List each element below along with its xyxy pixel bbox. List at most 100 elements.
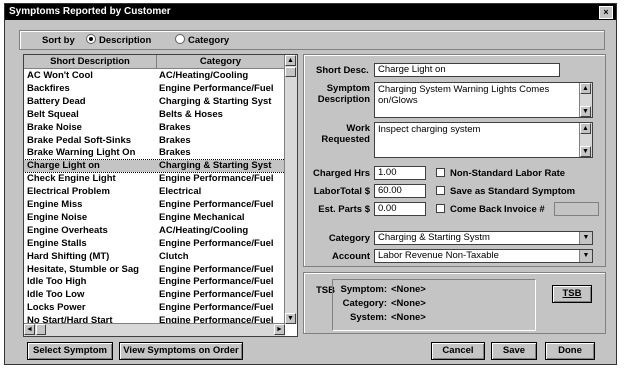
list-item[interactable]: Engine Stalls Engine Performance/Fuel xyxy=(24,238,285,250)
sort-by-label: Sort by xyxy=(42,35,75,46)
done-button[interactable]: Done xyxy=(545,342,595,360)
save-as-standard-checkbox[interactable] xyxy=(436,186,445,195)
tsb-group: TSB Symptom: <None> Category: <None> Sys… xyxy=(303,272,606,334)
list-item[interactable]: Idle Too Low Engine Performance/Fuel xyxy=(24,289,285,301)
sort-description-radio[interactable] xyxy=(86,34,96,45)
come-back-label[interactable]: Come Back xyxy=(450,204,502,215)
list-item-description: Engine Noise xyxy=(27,211,88,223)
scroll-down-icon[interactable]: ▼ xyxy=(285,313,296,324)
category-dropdown[interactable]: Charging & Starting Systm ▼ xyxy=(374,231,593,245)
work-req-scrollbar[interactable]: ▲ ▼ xyxy=(579,123,592,157)
work-requested-field[interactable]: Inspect charging system ▲ ▼ xyxy=(374,122,593,158)
scroll-left-icon[interactable]: ◄ xyxy=(24,324,35,335)
list-item[interactable]: Belt Squeal Belts & Hoses xyxy=(24,109,285,121)
scroll-up-icon[interactable]: ▲ xyxy=(580,83,591,94)
account-dropdown[interactable]: Labor Revenue Non-Taxable ▼ xyxy=(374,249,593,263)
symptom-list[interactable]: Short Description Category AC Won't Cool… xyxy=(23,54,298,337)
list-item-category: Engine Performance/Fuel xyxy=(159,263,274,275)
list-item-description: Charge Light on xyxy=(27,160,100,172)
charged-hrs-field[interactable]: 1.00 xyxy=(374,166,426,180)
sort-description-label[interactable]: Description xyxy=(99,35,151,46)
sort-category-radio[interactable] xyxy=(175,34,185,45)
list-item-description: Brake Warning Light On xyxy=(27,147,136,159)
account-value: Labor Revenue Non-Taxable xyxy=(378,250,499,261)
requested-label: Requested xyxy=(321,134,370,145)
scroll-thumb[interactable] xyxy=(285,67,296,77)
list-item-category: Engine Performance/Fuel xyxy=(159,173,274,185)
est-parts-field[interactable]: 0.00 xyxy=(374,202,426,216)
tsb-info-panel: Symptom: <None> Category: <None> System:… xyxy=(332,279,536,331)
come-back-checkbox[interactable] xyxy=(436,204,445,213)
sort-category-label[interactable]: Category xyxy=(188,35,229,46)
list-item[interactable]: Backfires Engine Performance/Fuel xyxy=(24,83,285,95)
list-item[interactable]: Charge Light on Charging & Starting Syst xyxy=(24,159,286,174)
tsb-button[interactable]: TSB xyxy=(552,285,592,303)
category-value: Charging & Starting Systm xyxy=(378,232,490,243)
list-item-description: Hard Shifting (MT) xyxy=(27,250,110,262)
list-item-category: Brakes xyxy=(159,121,191,133)
scroll-up-icon[interactable]: ▲ xyxy=(580,123,591,134)
view-symptoms-on-order-button[interactable]: View Symptoms on Order xyxy=(119,342,243,360)
list-item-category: Engine Performance/Fuel xyxy=(159,289,274,301)
list-item-category: Belts & Hoses xyxy=(159,108,223,120)
symptom-details-group: Short Desc. Charge Light on Symptom Desc… xyxy=(303,54,606,267)
category-label: Category xyxy=(328,233,370,244)
list-horizontal-scrollbar[interactable]: ◄ ► xyxy=(24,323,285,336)
list-item[interactable]: Idle Too High Engine Performance/Fuel xyxy=(24,276,285,288)
column-header-short-description[interactable]: Short Description xyxy=(24,55,157,69)
save-button[interactable]: Save xyxy=(491,342,537,360)
list-item[interactable]: Check Engine Light Engine Performance/Fue… xyxy=(24,173,285,185)
symptom-description-text: Charging System Warning Lights Comes on/… xyxy=(378,84,550,106)
save-as-standard-label[interactable]: Save as Standard Symptom xyxy=(450,186,575,197)
short-desc-field[interactable]: Charge Light on xyxy=(374,63,560,77)
symptom-desc-scrollbar[interactable]: ▲ ▼ xyxy=(579,83,592,117)
tsb-system-label: System: xyxy=(350,312,387,323)
tsb-category-label: Category: xyxy=(342,298,387,309)
description-label: Description xyxy=(317,94,370,105)
list-item[interactable]: Brake Noise Brakes xyxy=(24,122,285,134)
list-item[interactable]: AC Won't Cool AC/Heating/Cooling xyxy=(24,70,285,82)
select-symptom-button[interactable]: Select Symptom xyxy=(27,342,113,360)
list-item[interactable]: Battery Dead Charging & Starting Syst xyxy=(24,96,285,108)
close-icon[interactable]: × xyxy=(599,6,613,19)
invoice-field xyxy=(554,202,599,216)
list-item-description: Engine Stalls xyxy=(27,237,87,249)
chevron-down-icon[interactable]: ▼ xyxy=(579,232,592,244)
chevron-down-icon[interactable]: ▼ xyxy=(579,250,592,262)
list-item[interactable]: Locks Power Engine Performance/Fuel xyxy=(24,302,285,314)
scroll-down-icon[interactable]: ▼ xyxy=(580,106,591,117)
list-item[interactable]: Engine Overheats AC/Heating/Cooling xyxy=(24,225,285,237)
labor-total-field[interactable]: 60.00 xyxy=(374,184,426,198)
list-item-category: Clutch xyxy=(159,250,189,262)
symptom-label: Symptom xyxy=(326,83,370,94)
list-item[interactable]: Brake Warning Light On Brakes xyxy=(24,147,285,159)
list-item-description: Backfires xyxy=(27,82,70,94)
list-item-description: Engine Overheats xyxy=(27,224,108,236)
hscroll-thumb[interactable] xyxy=(36,324,46,335)
column-header-category[interactable]: Category xyxy=(157,55,285,69)
list-item-category: Brakes xyxy=(159,147,191,159)
invoice-label: Invoice # xyxy=(504,204,545,215)
list-vertical-scrollbar[interactable]: ▲ ▼ xyxy=(284,55,297,324)
cancel-button[interactable]: Cancel xyxy=(431,342,485,360)
list-item[interactable]: Electrical Problem Electrical xyxy=(24,186,285,198)
non-standard-labor-checkbox[interactable] xyxy=(436,168,445,177)
list-item-description: Hesitate, Stumble or Sag xyxy=(27,263,139,275)
list-item-description: Engine Miss xyxy=(27,199,83,210)
list-item-category: Engine Performance/Fuel xyxy=(159,276,274,288)
list-item[interactable]: Hesitate, Stumble or Sag Engine Performan… xyxy=(24,264,285,276)
scroll-down-icon[interactable]: ▼ xyxy=(580,146,591,157)
list-item[interactable]: Engine Miss Engine Performance/Fuel xyxy=(24,199,285,211)
symptom-description-field[interactable]: Charging System Warning Lights Comes on/… xyxy=(374,82,593,118)
scroll-up-icon[interactable]: ▲ xyxy=(285,55,296,66)
title-bar: Symptoms Reported by Customer × xyxy=(5,4,616,20)
labor-total-label: LaborTotal $ xyxy=(313,186,370,197)
list-item-description: Electrical Problem xyxy=(27,186,110,198)
non-standard-labor-label[interactable]: Non-Standard Labor Rate xyxy=(450,168,565,179)
list-item[interactable]: Brake Pedal Soft-Sinks Brakes xyxy=(24,135,285,147)
list-item[interactable]: Hard Shifting (MT) Clutch xyxy=(24,251,285,263)
list-item[interactable]: Engine Noise Engine Mechanical xyxy=(24,212,285,224)
list-item-description: Belt Squeal xyxy=(27,108,79,120)
scroll-right-icon[interactable]: ► xyxy=(274,324,285,335)
list-item-category: AC/Heating/Cooling xyxy=(159,224,249,236)
